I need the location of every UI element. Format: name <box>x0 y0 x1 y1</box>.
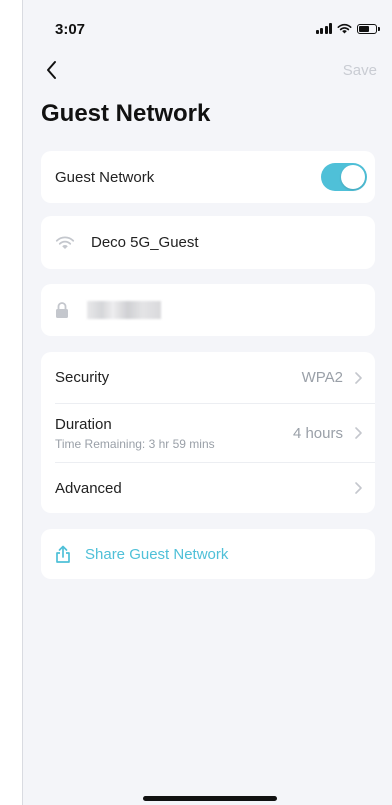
status-icons <box>315 23 380 34</box>
toggle-knob <box>341 165 365 189</box>
ssid-row[interactable]: Deco 5G_Guest <box>41 216 375 269</box>
duration-text: Duration Time Remaining: 3 hr 59 mins <box>55 416 215 451</box>
status-bar: 3:07 <box>23 18 392 42</box>
lock-icon <box>56 302 68 318</box>
home-indicator <box>143 796 277 801</box>
page-title: Guest Network <box>41 100 211 127</box>
battery-level <box>359 25 369 32</box>
security-row[interactable]: Security WPA2 <box>41 352 375 403</box>
guest-toggle-label: Guest Network <box>55 168 155 186</box>
advanced-row[interactable]: Advanced <box>41 463 375 513</box>
duration-label: Duration <box>55 415 112 433</box>
ssid-value: Deco 5G_Guest <box>91 234 199 251</box>
wifi-status-icon <box>337 23 352 34</box>
password-hidden-value <box>87 301 161 319</box>
ssid-card: Deco 5G_Guest <box>41 216 375 269</box>
settings-card: Security WPA2 Duration Time Remaining: 3… <box>41 352 375 513</box>
time-remaining-text: Time Remaining: 3 hr 59 mins <box>55 436 215 451</box>
advanced-label: Advanced <box>55 479 122 497</box>
password-row[interactable] <box>41 284 375 336</box>
chevron-right-icon <box>355 427 362 439</box>
share-icon <box>56 545 70 563</box>
signal-icon <box>315 23 332 34</box>
security-label: Security <box>55 369 110 386</box>
status-time: 3:07 <box>55 21 86 38</box>
share-guest-network-button[interactable]: Share Guest Network <box>41 529 375 579</box>
duration-row[interactable]: Duration Time Remaining: 3 hr 59 mins 4 … <box>41 404 375 462</box>
nav-bar: Save <box>23 56 392 86</box>
password-card <box>41 284 375 336</box>
share-card: Share Guest Network <box>41 529 375 579</box>
wifi-icon <box>55 236 75 249</box>
chevron-right-icon <box>355 482 362 494</box>
duration-value: 4 hours <box>292 424 343 442</box>
guest-toggle-row: Guest Network <box>41 151 375 203</box>
battery-icon <box>357 23 380 34</box>
security-value: WPA2 <box>301 369 343 386</box>
chevron-right-icon <box>355 371 362 384</box>
guest-toggle-card: Guest Network <box>41 151 375 203</box>
app-screen: 3:07 Save Guest Network Guest Network De… <box>22 0 392 805</box>
guest-network-toggle[interactable] <box>321 163 367 191</box>
share-guest-network-label: Share Guest Network <box>85 545 229 563</box>
back-arrow-icon[interactable] <box>41 58 65 82</box>
save-button[interactable]: Save <box>343 62 377 79</box>
